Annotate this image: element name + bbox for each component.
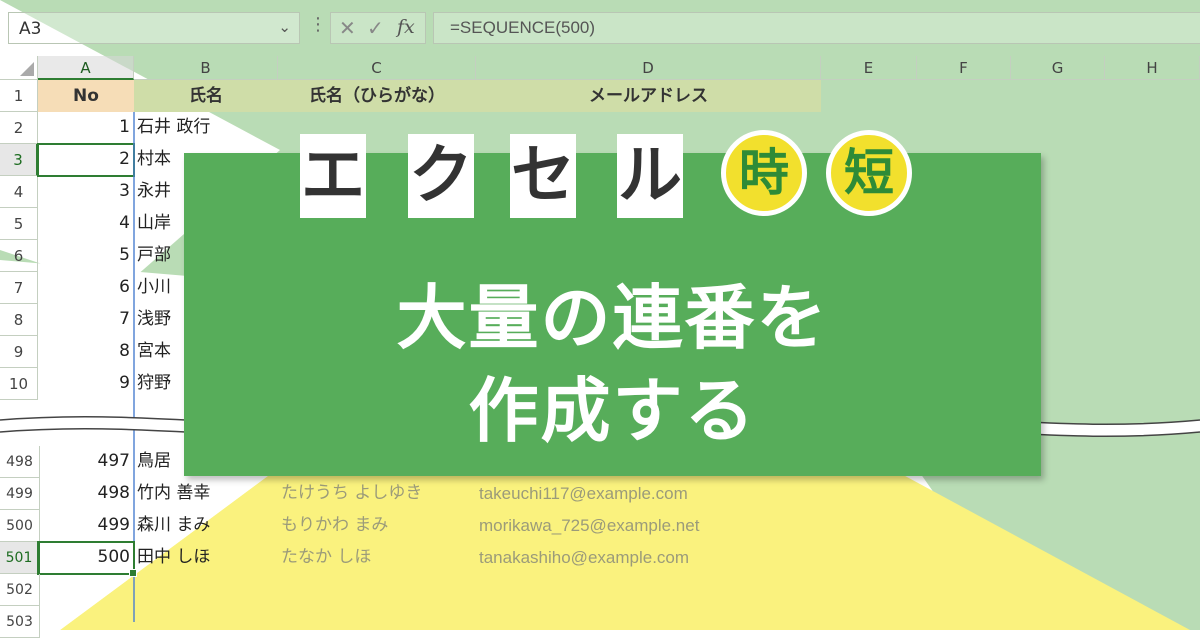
cell-no[interactable]: 8 [38, 336, 134, 368]
cell-no[interactable]: 9 [38, 368, 134, 400]
column-header-h[interactable]: H [1105, 56, 1200, 80]
row-header[interactable]: 6 [0, 240, 38, 272]
cell-no[interactable]: 497 [38, 446, 134, 478]
column-header-d[interactable]: D [476, 56, 821, 80]
chevron-down-icon[interactable]: ⌄ [278, 18, 291, 36]
last-cell-outline [37, 541, 137, 577]
column-header-g[interactable]: G [1011, 56, 1105, 80]
row-header[interactable]: 8 [0, 304, 38, 336]
row-header[interactable]: 2 [0, 112, 38, 144]
cell-name[interactable]: 森川 まみ [134, 510, 278, 542]
row-header[interactable]: 10 [0, 368, 38, 400]
cell-no[interactable]: 3 [38, 176, 134, 208]
series-char-box: セ [510, 134, 576, 218]
series-char-box: ク [408, 134, 474, 218]
corner-triangle-icon [20, 62, 34, 76]
cell-no[interactable]: 498 [38, 478, 134, 510]
header-cell-no[interactable]: No [38, 80, 134, 112]
cell-no[interactable]: 1 [38, 112, 134, 144]
badge-tan: 短 [826, 130, 912, 216]
active-cell-outline [37, 143, 135, 177]
header-cell-name[interactable]: 氏名 [134, 80, 278, 112]
column-header-a[interactable]: A [38, 56, 134, 80]
row-header[interactable]: 5 [0, 208, 38, 240]
column-header-c[interactable]: C [278, 56, 476, 80]
column-header-f[interactable]: F [917, 56, 1011, 80]
name-box[interactable]: A3 ⌄ [8, 12, 300, 44]
row-header[interactable]: 503 [0, 606, 40, 638]
fill-handle[interactable] [129, 569, 137, 577]
row-header[interactable]: 502 [0, 574, 40, 606]
series-char-box: エ [300, 134, 366, 218]
cell-no[interactable]: 5 [38, 240, 134, 272]
cell-email[interactable]: takeuchi117@example.com [476, 478, 821, 510]
cell-name[interactable]: 石井 政行 [134, 112, 278, 144]
cell-no[interactable]: 6 [38, 272, 134, 304]
row-header[interactable]: 9 [0, 336, 38, 368]
header-cell-email[interactable]: メールアドレス [476, 80, 821, 112]
more-options-icon[interactable]: ⋮ [309, 14, 327, 35]
row-header[interactable]: 3 [0, 144, 38, 176]
confirm-icon[interactable]: ✓ [367, 16, 384, 40]
select-all-corner[interactable] [0, 56, 38, 80]
header-cell-kana[interactable]: 氏名（ひらがな） [278, 80, 476, 112]
row-header[interactable]: 501 [0, 542, 40, 574]
badge-ji: 時 [721, 130, 807, 216]
cell-no[interactable]: 499 [38, 510, 134, 542]
row-header[interactable]: 499 [0, 478, 40, 510]
cell-email[interactable]: morikawa_725@example.net [476, 510, 821, 542]
row-header[interactable]: 498 [0, 446, 40, 478]
cell-kana[interactable]: たけうち よしゆき [278, 478, 476, 510]
formula-text: =SEQUENCE(500) [450, 18, 596, 37]
row-header[interactable]: 4 [0, 176, 38, 208]
formula-input[interactable]: =SEQUENCE(500) [433, 12, 1200, 44]
column-header-e[interactable]: E [821, 56, 917, 80]
cell-name[interactable]: 田中 しほ [134, 542, 278, 574]
cell-no[interactable]: 7 [38, 304, 134, 336]
cell-kana[interactable]: たなか しほ [278, 542, 476, 574]
cancel-icon[interactable]: ✕ [339, 16, 356, 40]
formula-bar: A3 ⌄ ⋮ ✕ ✓ fx =SEQUENCE(500) [0, 0, 1200, 56]
main-title-line1: 大量の連番を [396, 277, 829, 359]
insert-function-icon[interactable]: fx [397, 16, 415, 38]
cell-email[interactable]: tanakashiho@example.com [476, 542, 821, 574]
formula-buttons: ✕ ✓ fx [330, 12, 426, 44]
name-box-value: A3 [19, 19, 42, 39]
row-header[interactable]: 7 [0, 272, 38, 304]
column-header-b[interactable]: B [134, 56, 278, 80]
cell-no[interactable]: 4 [38, 208, 134, 240]
row-header[interactable]: 1 [0, 80, 38, 112]
cell-name[interactable]: 竹内 善幸 [134, 478, 278, 510]
main-title-line2: 作成する [468, 370, 757, 452]
cell-kana[interactable]: もりかわ まみ [278, 510, 476, 542]
row-header[interactable]: 500 [0, 510, 40, 542]
series-char-box: ル [617, 134, 683, 218]
